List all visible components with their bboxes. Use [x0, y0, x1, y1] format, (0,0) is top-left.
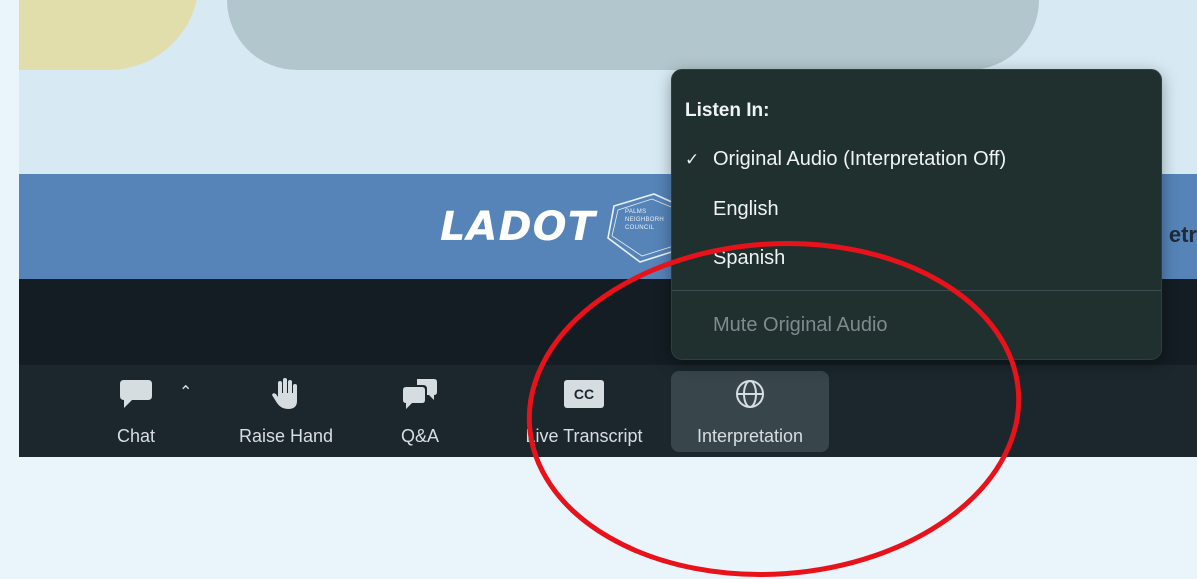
chat-bubble-icon [99, 377, 173, 411]
ladot-logo: LADOT [440, 204, 596, 250]
chat-button[interactable]: Chat [99, 365, 173, 457]
menu-item-original-audio[interactable]: ✓ Original Audio (Interpretation Off) [685, 148, 1006, 171]
menu-title: Listen In: [685, 100, 770, 121]
menu-item-spanish[interactable]: Spanish [713, 247, 785, 270]
live-transcript-button[interactable]: CC Live Transcript [509, 365, 659, 457]
closed-caption-icon: CC [509, 377, 659, 411]
slide-decoration-yellow [19, 0, 199, 70]
raised-hand-icon [226, 377, 346, 411]
qa-button[interactable]: Q&A [389, 365, 451, 457]
chat-label: Chat [116, 426, 156, 446]
meeting-toolbar: Chat ⌃ Raise Hand Q&A CC Live Transcript… [19, 365, 1197, 457]
chevron-up-icon[interactable]: ⌃ [179, 382, 192, 402]
globe-icon [671, 377, 829, 411]
qa-label: Q&A [400, 426, 439, 446]
slide-decoration-gray [227, 0, 1039, 70]
qa-bubbles-icon [389, 377, 451, 411]
raise-hand-label: Raise Hand [238, 426, 334, 446]
menu-divider [672, 290, 1161, 291]
slide-partial-text: etr [1168, 222, 1197, 247]
interpretation-menu: Listen In: ✓ Original Audio (Interpretat… [671, 69, 1162, 360]
live-transcript-label: Live Transcript [525, 426, 643, 446]
menu-item-mute-original-audio[interactable]: Mute Original Audio [713, 314, 888, 337]
interpretation-label: Interpretation [696, 426, 804, 446]
checkmark-icon: ✓ [685, 149, 700, 169]
raise-hand-button[interactable]: Raise Hand [226, 365, 346, 457]
council-logo-text: PALMS NEIGHBORH COUNCIL [625, 209, 665, 231]
interpretation-button[interactable]: Interpretation [671, 365, 829, 457]
menu-item-english[interactable]: English [713, 198, 779, 221]
